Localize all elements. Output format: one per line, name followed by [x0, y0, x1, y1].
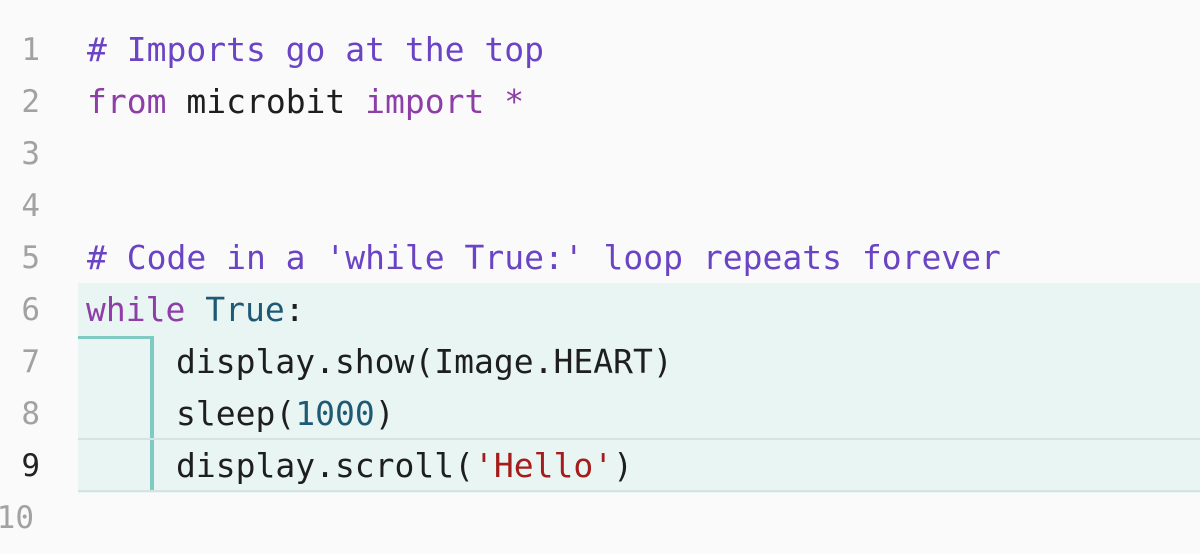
code-line-7[interactable]: display.show(Image.HEART)	[176, 336, 673, 388]
comment: # Imports go at the top	[87, 30, 544, 69]
keyword-while: while	[86, 290, 186, 329]
code-line-1[interactable]: # Imports go at the top	[87, 24, 544, 76]
line-number: 4	[21, 188, 40, 224]
line-number-active: 9	[21, 448, 40, 484]
line-number: 1	[21, 32, 40, 68]
line-number: 2	[21, 84, 40, 120]
code-editor[interactable]: 1 2 3 4 5 6 7 8 9 10 # Imports go at the…	[0, 0, 1200, 554]
line-number: 6	[21, 292, 40, 328]
code-line-5[interactable]: # Code in a 'while True:' loop repeats f…	[87, 232, 1001, 284]
number-literal: 1000	[295, 394, 375, 433]
line-number: 7	[21, 344, 40, 380]
module-name: microbit	[166, 82, 366, 121]
line-number: 10	[0, 500, 34, 536]
line-number: 5	[21, 240, 40, 276]
builtin-true: True	[205, 290, 285, 329]
function-call: sleep(	[176, 394, 296, 433]
code-line-8[interactable]: sleep(1000)	[176, 388, 395, 440]
line-number: 3	[21, 136, 40, 172]
code-line-9[interactable]: display.scroll('Hello')	[176, 440, 633, 492]
statement: display.show(Image.HEART)	[176, 342, 673, 381]
code-line-6[interactable]: while True:	[86, 284, 305, 336]
line-number: 8	[21, 396, 40, 432]
function-call: display.scroll(	[176, 446, 475, 485]
import-star: *	[484, 82, 525, 121]
comment: # Code in a 'while True:' loop repeats f…	[87, 238, 1001, 277]
keyword-from: from	[87, 82, 167, 121]
code-line-2[interactable]: from microbit import *	[87, 76, 524, 128]
keyword-import: import	[365, 82, 485, 121]
colon: :	[284, 290, 305, 329]
close-paren: )	[613, 446, 633, 485]
string-literal: 'Hello'	[474, 446, 614, 485]
close-paren: )	[374, 394, 395, 433]
block-indent-marker	[78, 336, 154, 339]
